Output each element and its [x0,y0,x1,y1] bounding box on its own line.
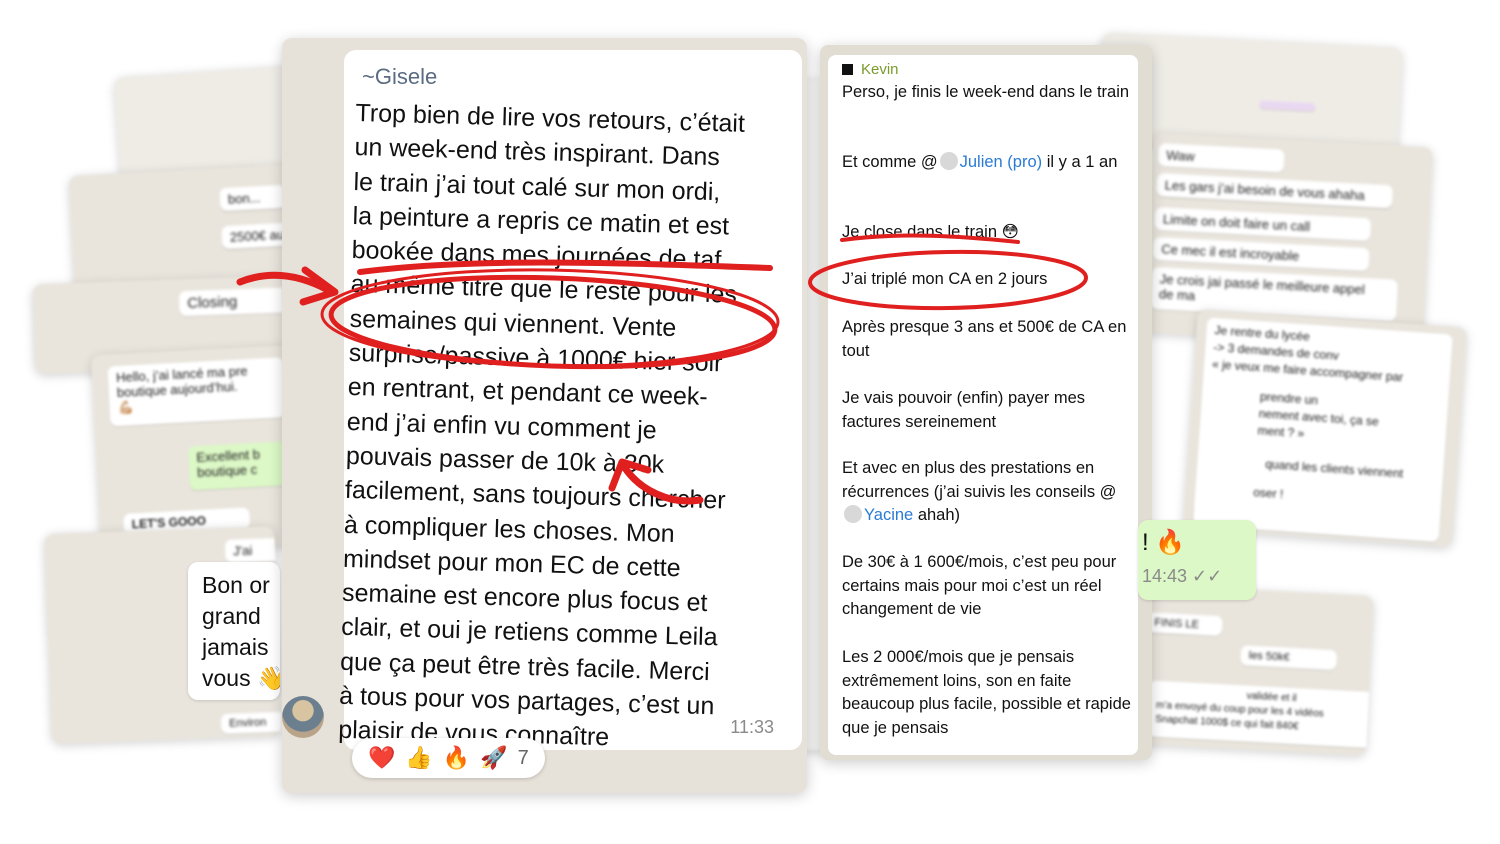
gisele-chat-screenshot: ~Gisele Trop bien de lire vos retours, c… [282,38,807,793]
partial-message-bubble-left: Bon or grand jamais vous 👋 [188,562,280,700]
message-paragraph: Et comme @ Julien (pro) il y a 1 an [842,152,1118,171]
fire-reaction-icon[interactable]: 🔥 [443,745,470,771]
partial-message-bubble-right: ! 🔥 14:43 ✓✓ [1138,520,1256,600]
bg-bubble-closing: Closing [178,287,286,317]
kevin-chat-screenshot: Kevin Perso, je finis le week-end dans l… [820,45,1152,760]
bg-bubble-limite: Limite on doit faire un call [1154,207,1372,242]
mention-link[interactable]: Yacine [864,506,913,524]
heart-reaction-icon[interactable]: ❤️ [368,745,395,771]
partial-line: jamais [202,634,269,660]
bg-chat-card-bottom-right: FINIS LE les 50k€ validée et il m’a envo… [1135,584,1375,756]
sender-name: Kevin [842,61,899,78]
rocket-reaction-icon[interactable]: 🚀 [480,745,507,771]
bg-bubble-environ: Environ [220,711,282,735]
bg-bubble-hello: Hello, j’ai lancé ma pre boutique aujourd… [107,357,287,427]
partial-line: grand [202,603,261,629]
partial-line: Bon or [202,572,270,598]
message-paragraph: Je vais pouvoir (enfin) payer mes factur… [842,389,1086,431]
bg-bubble-50k: les 50k€ [1240,645,1338,671]
mention-avatar-icon [939,152,958,170]
bg-bubble-lycee: Je rentre du lycée -> 3 demandes de conv… [1192,317,1453,543]
thumbs-up-reaction-icon[interactable]: 👍 [405,745,432,771]
bg-bubble-gars: Les gars j’ai besoin de vous ahaha [1156,173,1394,209]
kevin-message-bubble: Kevin Perso, je finis le week-end dans l… [828,55,1138,755]
mention-link[interactable]: Julien (pro) [960,153,1043,171]
sender-name-label: Kevin [861,61,899,78]
mention-avatar-icon [844,505,862,523]
message-text: Trop bien de lire vos retours, c’était u… [338,96,766,759]
bg-chat-card-lycee: Je rentre du lycée -> 3 demandes de conv… [1182,308,1468,548]
bg-bubble-excellent: Excellent b boutique c [187,440,296,491]
message-paragraph: Et avec en plus des prestations en récur… [842,459,1117,524]
sender-name: ~Gisele [362,64,438,89]
reaction-count: 7 [517,746,529,769]
message-timestamp: 14:43 ✓✓ [1142,566,1223,586]
message-paragraph: De 30€ à 1 600€/mois, c’est peu pour cer… [842,553,1117,618]
bg-bubble-purple [1259,100,1316,112]
avatar[interactable] [282,696,324,738]
gisele-message-bubble: ~Gisele Trop bien de lire vos retours, c… [338,50,802,752]
bg-bubble-mec: Ce mec il est incroyable [1152,236,1370,272]
bg-chat-card-hello: Hello, j’ai lancé ma pre boutique aujourd… [90,344,302,556]
reactions-bar[interactable]: ❤️ 👍 🔥 🚀 7 [352,738,545,778]
message-timestamp: 11:33 [730,717,774,737]
bg-bubble-finis: FINIS LE [1145,612,1223,637]
bg-bubble-waw: Waw [1157,143,1285,173]
partial-line: vous 👋 [202,665,280,691]
bg-bubble-valide: validée et il m’a envoyé du coup pour le… [1146,680,1375,749]
partial-message-text: ! 🔥 [1142,529,1186,556]
message-paragraph: J’ai triplé mon CA en 2 jours [842,270,1048,288]
message-paragraph: Je close dans le train 😳 [842,223,1019,241]
bg-bubble-bon: bon... [219,184,287,212]
message-paragraph: Les 2 000€/mois que je pensais extrêmeme… [842,648,1131,737]
message-paragraph: Perso, je finis le week-end dans le trai… [842,83,1130,101]
profile-square-icon [842,64,853,75]
message-paragraph: Après presque 3 ans et 500€ de CA en tou… [842,318,1127,360]
bg-bubble-jai: J'ai [224,537,282,563]
